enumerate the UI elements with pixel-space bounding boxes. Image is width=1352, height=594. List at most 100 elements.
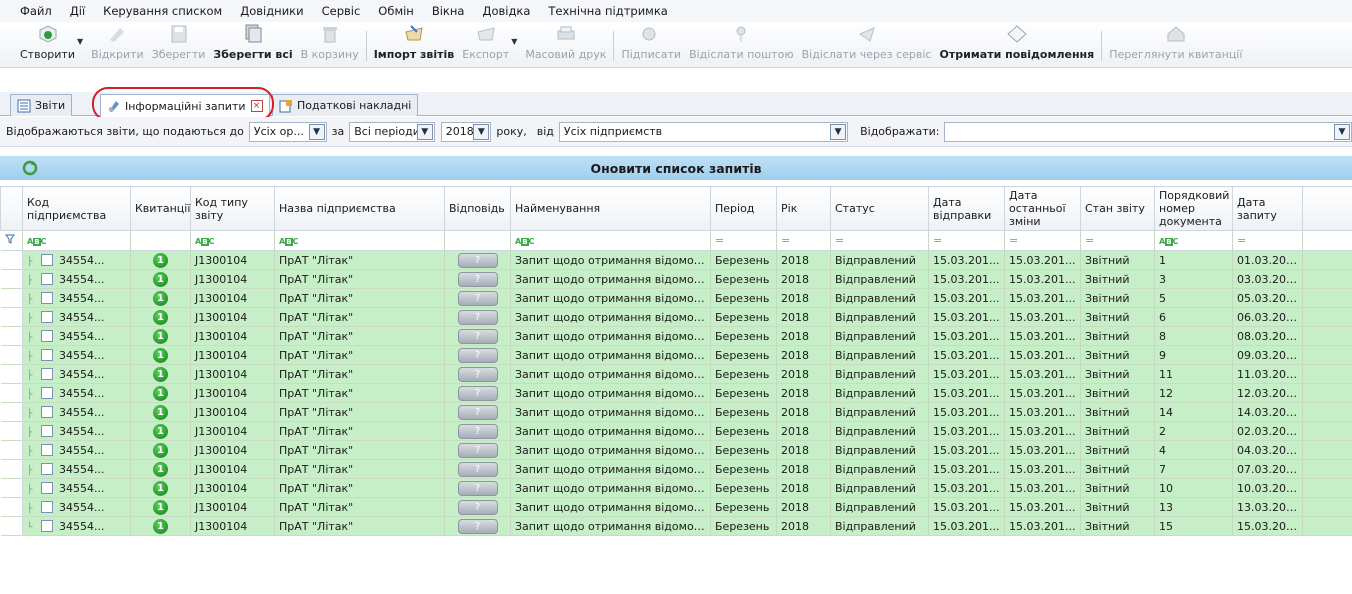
receipt-status-icon[interactable]: 1 [153, 404, 168, 420]
filter-period[interactable]: = [710, 230, 777, 251]
tab-tax-invoices[interactable]: Податкові накладні [272, 94, 419, 116]
row-checkbox[interactable] [41, 386, 53, 399]
table-row[interactable]: ├ 34554... 1 J1300104 ПрАТ "Літак"? Запит щод… [0, 383, 1352, 403]
tab-reports[interactable]: Звіти [10, 94, 73, 116]
answer-button[interactable]: ? [457, 461, 498, 477]
answer-button[interactable]: ? [457, 385, 498, 401]
receipt-status-icon[interactable]: 1 [153, 499, 168, 515]
filter-funnel-icon[interactable] [0, 230, 23, 251]
receipt-status-icon[interactable]: 1 [153, 347, 168, 363]
receipt-status-icon[interactable]: 1 [153, 385, 168, 401]
col-receipts[interactable]: Квитанції [130, 186, 191, 231]
display-select[interactable]: ▼ [944, 121, 1352, 142]
col-document-number[interactable]: Порядковий номер документа [1154, 186, 1233, 231]
row-checkbox[interactable] [41, 462, 53, 475]
row-selector[interactable] [0, 326, 23, 346]
receipt-status-icon[interactable]: 1 [153, 252, 168, 268]
receipt-status-icon[interactable]: 1 [153, 366, 168, 382]
answer-button[interactable]: ? [457, 252, 498, 268]
filter-number[interactable]: ABC [1154, 230, 1233, 251]
filter-sent[interactable]: = [928, 230, 1005, 251]
receipt-status-icon[interactable]: 1 [153, 309, 168, 325]
chevron-down-icon[interactable]: ▼ [416, 123, 433, 140]
row-selector[interactable] [0, 478, 23, 498]
export-button[interactable]: Експорт [458, 23, 513, 61]
year-select[interactable]: 2018 ▼ [440, 121, 492, 142]
receipt-status-icon[interactable]: 1 [153, 271, 168, 287]
col-report-state[interactable]: Стан звіту [1080, 186, 1155, 231]
filter-request-date[interactable]: = [1232, 230, 1303, 251]
col-request-date[interactable]: Дата запиту [1232, 186, 1303, 231]
menu-file[interactable]: Файл [20, 4, 52, 18]
answer-button[interactable]: ? [457, 271, 498, 287]
answer-button[interactable]: ? [457, 328, 498, 344]
col-company-name[interactable]: Назва підприємства [274, 186, 445, 231]
answer-button[interactable]: ? [457, 499, 498, 515]
export-dropdown-icon[interactable]: ▼ [511, 37, 517, 46]
save-button[interactable]: Зберегти [148, 23, 210, 61]
table-row[interactable]: ├ 34554... 1 J1300104 ПрАТ "Літак"? Запит щод… [0, 269, 1352, 289]
col-status[interactable]: Статус [830, 186, 929, 231]
filter-title[interactable]: ABC [510, 230, 711, 251]
receipt-status-icon[interactable]: 1 [153, 461, 168, 477]
table-row[interactable]: ├ 34554... 1 J1300104 ПрАТ "Літак"? Запит щод… [0, 364, 1352, 384]
answer-button[interactable]: ? [457, 423, 498, 439]
col-last-change-date[interactable]: Дата останньої зміни [1004, 186, 1081, 231]
chevron-down-icon[interactable]: ▼ [473, 123, 490, 140]
col-title[interactable]: Найменування [510, 186, 711, 231]
receive-messages-button[interactable]: Отримати повідомлення [935, 23, 1098, 61]
to-trash-button[interactable]: В корзину [297, 23, 363, 61]
table-row[interactable]: ├ 34554... 1 J1300104 ПрАТ "Літак"? Запит щод… [0, 402, 1352, 422]
row-selector[interactable] [0, 516, 23, 536]
row-checkbox[interactable] [41, 348, 53, 361]
receipt-status-icon[interactable]: 1 [153, 442, 168, 458]
answer-button[interactable]: ? [457, 442, 498, 458]
receipt-status-icon[interactable]: 1 [153, 480, 168, 496]
answer-button[interactable]: ? [457, 347, 498, 363]
save-all-button[interactable]: Зберегти всі [209, 23, 296, 61]
filter-company-name[interactable]: ABC [274, 230, 445, 251]
menu-exchange[interactable]: Обмін [378, 4, 414, 18]
answer-button[interactable]: ? [457, 518, 498, 534]
row-selector[interactable] [0, 250, 23, 270]
row-selector[interactable] [0, 421, 23, 441]
row-selector[interactable] [0, 440, 23, 460]
col-company-code[interactable]: Код підприємства [22, 186, 131, 231]
menu-directories[interactable]: Довідники [240, 4, 303, 18]
row-checkbox[interactable] [41, 367, 53, 380]
table-row[interactable]: ├ 34554... 1 J1300104 ПрАТ "Літак"? Запит щод… [0, 307, 1352, 327]
row-selector[interactable] [0, 345, 23, 365]
send-service-button[interactable]: Відіслати через сервіс [798, 23, 936, 61]
filter-year[interactable]: = [776, 230, 831, 251]
menu-list-management[interactable]: Керування списком [103, 4, 222, 18]
create-dropdown-icon[interactable]: ▼ [77, 37, 83, 46]
company-select[interactable]: Усіх підприємств ▼ [558, 121, 849, 142]
chevron-down-icon[interactable]: ▼ [830, 123, 847, 140]
row-selector[interactable] [0, 402, 23, 422]
chevron-down-icon[interactable]: ▼ [308, 123, 325, 140]
table-row[interactable]: ├ 34554... 1 J1300104 ПрАТ "Літак"? Запит щод… [0, 250, 1352, 270]
filter-state[interactable]: = [1080, 230, 1155, 251]
view-receipts-button[interactable]: Переглянути квитанції [1105, 23, 1246, 61]
send-mail-button[interactable]: Відіслати поштою [685, 23, 798, 61]
filter-company-code[interactable]: ABC [22, 230, 131, 251]
row-checkbox[interactable] [41, 405, 53, 418]
row-checkbox[interactable] [41, 443, 53, 456]
row-checkbox[interactable] [41, 481, 53, 494]
table-row[interactable]: ├ 34554... 1 J1300104 ПрАТ "Літак"? Запит щод… [0, 345, 1352, 365]
receipt-status-icon[interactable]: 1 [153, 328, 168, 344]
row-checkbox[interactable] [41, 253, 53, 266]
table-row[interactable]: ├ 34554... 1 J1300104 ПрАТ "Літак"? Запит щод… [0, 288, 1352, 308]
mass-print-button[interactable]: Масовий друк [521, 23, 610, 61]
col-period[interactable]: Період [710, 186, 777, 231]
create-button[interactable]: Створити [16, 23, 79, 61]
row-checkbox[interactable] [41, 329, 53, 342]
answer-button[interactable]: ? [457, 480, 498, 496]
col-answer[interactable]: Відповідь [444, 186, 511, 231]
period-select[interactable]: Всі періоди ▼ [349, 121, 435, 142]
table-row[interactable]: └ 34554... 1 J1300104 ПрАТ "Літак"? Запит щод… [0, 516, 1352, 536]
row-selector[interactable] [0, 307, 23, 327]
row-checkbox[interactable] [41, 424, 53, 437]
import-reports-button[interactable]: Імпорт звітів [370, 23, 459, 61]
tab-info-requests[interactable]: Інформаційні запити × [100, 94, 270, 117]
